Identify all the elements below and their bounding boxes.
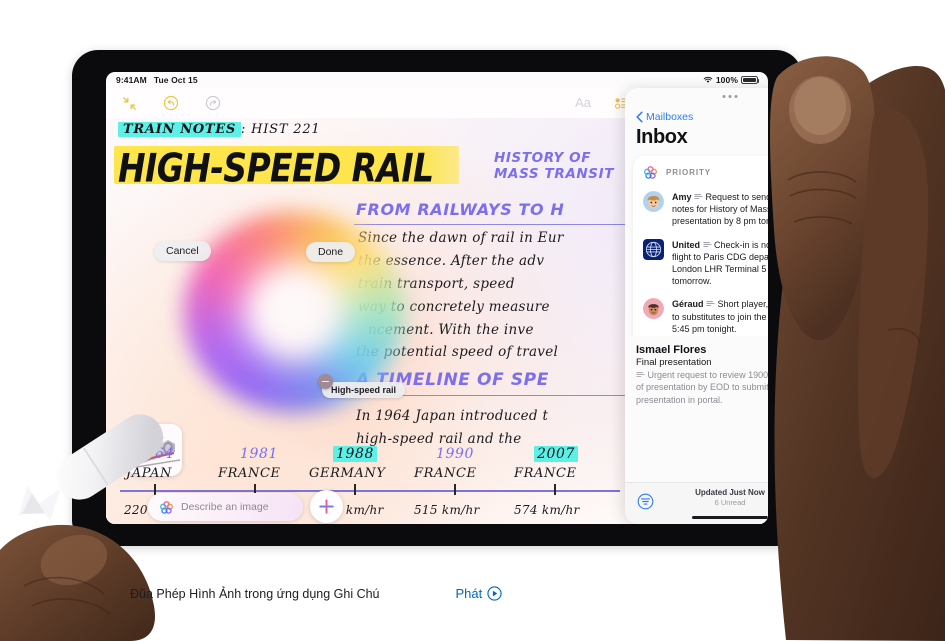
timeline-speed: 574 km/hr xyxy=(514,503,580,517)
summary-lines-icon xyxy=(702,241,712,247)
summary-lines-icon xyxy=(706,301,715,307)
unread-count: 6 Unread xyxy=(714,498,746,507)
play-button[interactable]: Phát xyxy=(456,586,503,601)
mail-row-united[interactable]: United Check-in is now open for flight t… xyxy=(633,234,768,294)
mail-preview-text: Urgent request to review 1900–195 sectio… xyxy=(636,370,768,405)
timeline-country: FRANCE xyxy=(218,466,281,481)
panel-grabber-icon[interactable] xyxy=(722,95,738,98)
caption-text: Đũa Phép Hình Ảnh trong ứng dụng Ghi Chú xyxy=(130,586,380,601)
battery-icon xyxy=(741,76,760,84)
mail-row-amy[interactable]: Amy Request to send speaker notes for Hi… xyxy=(633,186,768,234)
ipad-screen: 9:41AM Tue Oct 15 100% Aa TRAIN NOTES: … xyxy=(106,72,768,524)
ipad-device: 9:41AM Tue Oct 15 100% Aa TRAIN NOTES: … xyxy=(72,50,802,546)
avatar xyxy=(643,238,664,260)
add-concept-button[interactable] xyxy=(310,490,343,523)
timeline-year: 1990 xyxy=(436,446,475,462)
mail-sender: Géraud xyxy=(672,299,704,310)
timeline-country: FRANCE xyxy=(414,466,477,481)
home-indicator xyxy=(692,515,768,519)
priority-label: PRIORITY xyxy=(666,168,711,177)
wifi-icon xyxy=(703,76,713,83)
mail-app-panel: Mailboxes Select Inbox xyxy=(625,88,768,524)
subhead-line-1: HISTORY OF xyxy=(494,150,592,166)
collapse-arrows-icon[interactable] xyxy=(122,96,137,111)
memoji-avatar xyxy=(643,298,664,320)
status-time: 9:41AM xyxy=(116,75,147,85)
timeline-speed: 515 km/hr xyxy=(414,503,480,517)
apple-intelligence-icon xyxy=(644,166,657,179)
timeline-year: 1988 xyxy=(333,446,378,462)
mail-subject: Final presentation xyxy=(636,357,712,368)
play-circle-icon xyxy=(487,586,502,601)
summary-lines-icon xyxy=(636,372,645,378)
united-logo-avatar xyxy=(643,238,664,260)
body-line: Since the dawn of rail in Eur xyxy=(358,230,564,246)
mail-row-ismael-flores[interactable]: Ismael Flores 9:12 AM Final presentation… xyxy=(625,336,768,407)
timeline-tick xyxy=(454,484,456,495)
memoji-avatar xyxy=(643,191,664,212)
done-button[interactable]: Done xyxy=(306,242,356,262)
mail-summary: Géraud Short player, urgent call to subs… xyxy=(672,298,768,335)
mail-summary: United Check-in is now open for flight t… xyxy=(672,239,768,288)
concept-chip-high-speed-rail[interactable]: High-speed rail xyxy=(322,382,406,398)
back-label: Mailboxes xyxy=(646,111,694,123)
section-heading-1: FROM RAILWAYS TO H xyxy=(356,200,565,219)
timeline-year: 2007 xyxy=(534,446,579,462)
timeline-tick xyxy=(354,484,356,495)
note-title-rest: : HIST 221 xyxy=(241,122,321,137)
play-label: Phát xyxy=(455,586,483,601)
note-title-highlighted: TRAIN NOTES xyxy=(123,122,236,137)
timeline-tick xyxy=(554,484,556,495)
redo-icon[interactable] xyxy=(205,95,221,111)
timeline-year: 1981 xyxy=(240,446,279,462)
status-date: Tue Oct 15 xyxy=(153,75,198,85)
timeline-year: 1964 xyxy=(136,446,175,462)
body-line: high-speed rail and the xyxy=(356,431,522,447)
battery-percent: 100% xyxy=(715,75,738,85)
mail-row-geraud[interactable]: Géraud Short player, urgent call to subs… xyxy=(633,293,768,341)
timeline-axis xyxy=(120,490,620,492)
cancel-button[interactable]: Cancel xyxy=(154,241,211,261)
mail-bottom-bar: Updated Just Now 6 Unread xyxy=(625,482,768,524)
title-highlight: TRAIN NOTES xyxy=(118,122,241,137)
page-title: Inbox xyxy=(636,126,688,148)
undo-icon[interactable] xyxy=(163,95,179,111)
mail-nav-bar: Mailboxes Select xyxy=(625,106,768,128)
back-to-mailboxes-button[interactable]: Mailboxes xyxy=(636,111,693,123)
timeline-country: GERMANY xyxy=(309,466,386,481)
mail-sender: Ismael Flores xyxy=(636,344,707,356)
mail-preview: Urgent request to review 1900–195 sectio… xyxy=(636,369,768,406)
timeline-country: JAPAN xyxy=(126,466,172,481)
describe-an-image-input[interactable]: Describe an image xyxy=(148,493,303,521)
avatar xyxy=(643,298,664,320)
apple-intelligence-icon xyxy=(160,500,173,514)
body-line: In 1964 Japan introduced t xyxy=(356,408,549,424)
timeline-country: FRANCE xyxy=(514,466,577,481)
mail-sender: Amy xyxy=(672,192,692,202)
remove-reference-image-icon[interactable] xyxy=(124,420,139,435)
updated-status: Updated Just Now 6 Unread xyxy=(625,488,768,507)
status-bar: 9:41AM Tue Oct 15 100% xyxy=(106,72,768,88)
plus-icon xyxy=(319,499,334,514)
chevron-left-icon xyxy=(636,111,643,123)
describe-placeholder-text: Describe an image xyxy=(181,501,269,513)
summary-lines-icon xyxy=(694,194,703,200)
screenshot-root: 9:41AM Tue Oct 15 100% Aa TRAIN NOTES: … xyxy=(0,0,945,641)
subhead-line-2: MASS TRANSIT xyxy=(494,166,615,182)
avatar xyxy=(643,191,664,212)
caption-bar: Đũa Phép Hình Ảnh trong ứng dụng Ghi Chú… xyxy=(130,586,502,601)
updated-label: Updated Just Now xyxy=(695,488,765,497)
note-heading: HIGH-SPEED RAIL xyxy=(118,145,434,192)
mail-sender: United xyxy=(672,239,700,250)
mail-summary: Amy Request to send speaker notes for Hi… xyxy=(672,191,768,228)
priority-header: PRIORITY xyxy=(633,163,768,186)
remove-concept-icon[interactable] xyxy=(318,374,333,389)
